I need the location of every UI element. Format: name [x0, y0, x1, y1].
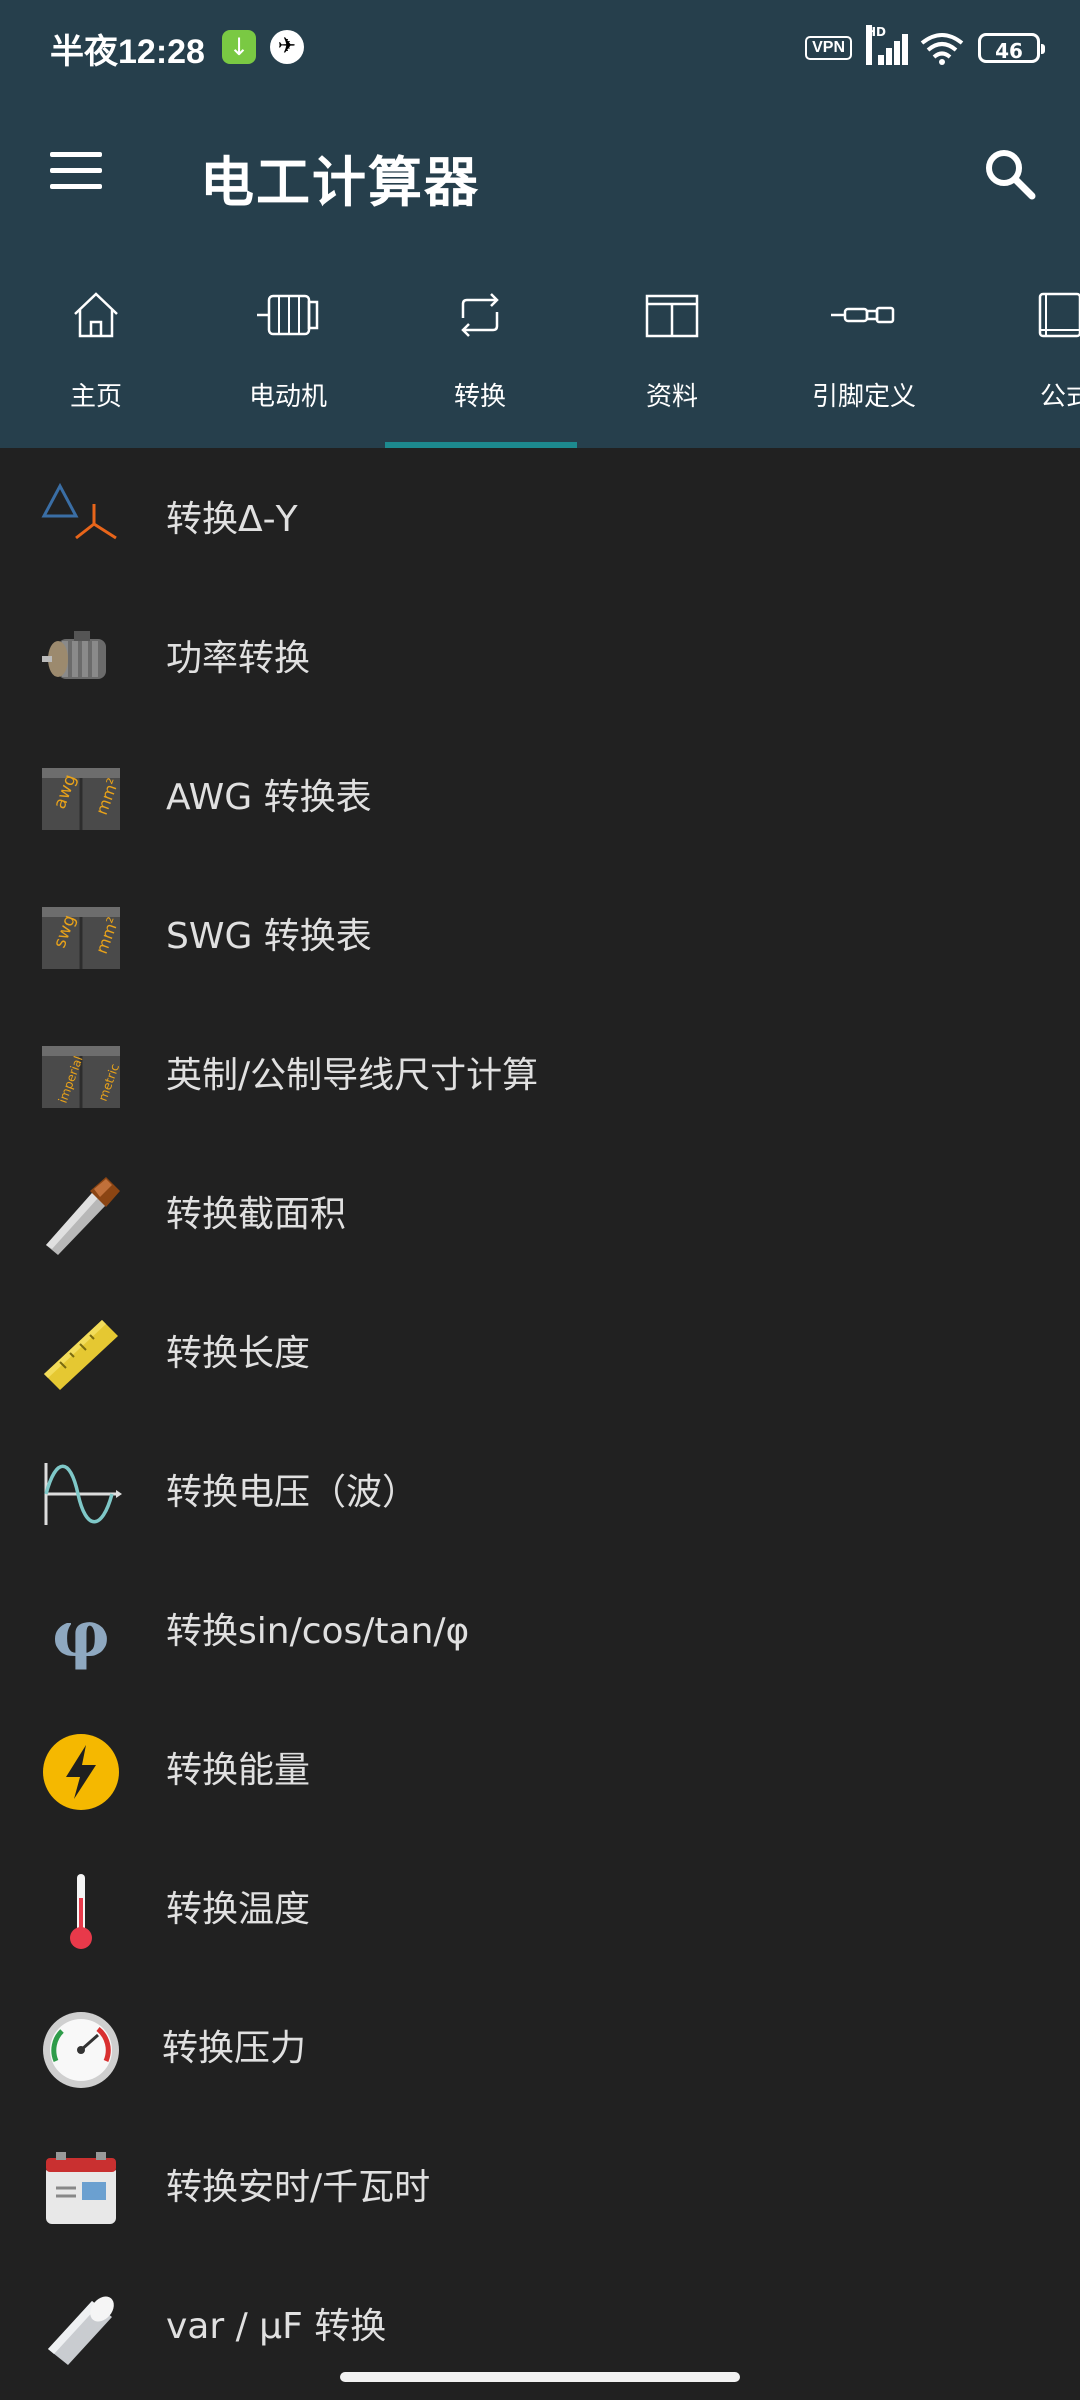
list-item-label: AWG 转换表	[166, 777, 372, 818]
search-icon[interactable]	[980, 144, 1040, 204]
list-item-label: var / µF 转换	[166, 2306, 387, 2347]
battery-indicator: 46	[978, 33, 1045, 63]
list-item-power[interactable]: 功率转换	[0, 587, 1080, 726]
tab-bar: 主页 电动机 转换 资料 引脚定义 公式	[0, 268, 1080, 448]
list-item-pressure[interactable]: 转换压力	[0, 1977, 1080, 2116]
battery-level: 46	[995, 39, 1023, 63]
list-item-voltage-wave[interactable]: 转换电压（波）	[0, 1421, 1080, 1560]
tab-home[interactable]: 主页	[0, 268, 192, 448]
list-item-label: SWG 转换表	[166, 916, 372, 957]
phi-glyph: φ	[52, 1597, 110, 1672]
tab-label: 公式	[1040, 382, 1080, 412]
list-item-trig[interactable]: φ 转换sin/cos/tan/φ	[0, 1560, 1080, 1699]
motor-icon	[257, 294, 319, 336]
tab-label: 电动机	[248, 382, 327, 412]
home-indicator[interactable]	[340, 2372, 740, 2382]
convert-icon	[461, 293, 499, 337]
sine-wave-icon	[44, 1463, 122, 1525]
status-time: 半夜12:28	[50, 33, 205, 71]
list-item-delta-wye[interactable]: 转换Δ-Y	[0, 448, 1080, 587]
list-item-label: 转换长度	[166, 1333, 311, 1374]
list-item-energy[interactable]: 转换能量	[0, 1699, 1080, 1838]
motor-icon	[42, 631, 106, 679]
list-item-label: 英制/公制导线尺寸计算	[166, 1055, 539, 1096]
list-item-label: 转换压力	[162, 2028, 307, 2069]
app-bar: 电工计算器	[0, 96, 1080, 256]
thermometer-icon	[70, 1874, 92, 1949]
tab-label: 转换	[453, 382, 506, 412]
book-icon	[1038, 292, 1080, 338]
status-indicators: VPN HD 46	[805, 25, 1045, 68]
list-item-label: 转换电压（波）	[166, 1472, 419, 1513]
conversion-list: 转换Δ-Y 功率转换 awg mm² AWG 转换表 swg mm² SWG 转…	[0, 448, 1080, 2394]
energy-icon	[43, 1734, 119, 1810]
menu-icon[interactable]	[50, 152, 102, 192]
status-bar: 半夜12:28 ↓ ✈ VPN HD 46	[0, 0, 1080, 96]
tab-label: 主页	[69, 382, 122, 412]
tab-motor[interactable]: 电动机	[192, 268, 384, 448]
wire-icon	[46, 1177, 120, 1255]
network-type-label: HD	[866, 25, 886, 65]
delta-wye-icon	[41, 482, 117, 540]
swg-table-icon: swg mm²	[42, 907, 122, 969]
list-item-label: 转换温度	[166, 1889, 311, 1930]
list-item-label: 转换截面积	[166, 1194, 347, 1235]
list-item-label: 转换Δ-Y	[166, 499, 298, 540]
list-item-label: 功率转换	[166, 638, 311, 679]
app-title: 电工计算器	[200, 151, 480, 214]
list-item-label: 转换安时/千瓦时	[166, 2167, 431, 2208]
connector-icon	[831, 306, 895, 324]
signal-icon: HD	[866, 25, 908, 65]
header: 半夜12:28 ↓ ✈ VPN HD 46 电工计算器 主页 电动机 转换 资料…	[0, 0, 1080, 448]
phi-icon: φ	[52, 1597, 110, 1672]
list-item-length[interactable]: 转换长度	[0, 1282, 1080, 1421]
imperial-metric-icon: imperial metric	[42, 1046, 122, 1108]
list-item-temperature[interactable]: 转换温度	[0, 1838, 1080, 1977]
awg-table-icon: awg mm²	[42, 768, 122, 830]
download-notification-icon: ↓	[222, 30, 256, 64]
capacitor-icon	[48, 2296, 114, 2365]
list-item-cross-section[interactable]: 转换截面积	[0, 1143, 1080, 1282]
list-item-swg[interactable]: swg mm² SWG 转换表	[0, 865, 1080, 1004]
gauge-icon	[43, 2012, 119, 2088]
table-icon	[645, 294, 699, 338]
tab-convert[interactable]: 转换	[384, 268, 576, 448]
home-icon	[74, 292, 118, 338]
vpn-badge: VPN	[805, 36, 852, 60]
rocket-notification-icon: ✈	[270, 30, 304, 64]
tab-pinout[interactable]: 引脚定义	[768, 268, 960, 448]
wifi-icon	[920, 33, 964, 65]
list-item-ah-kwh[interactable]: 转换安时/千瓦时	[0, 2116, 1080, 2255]
list-item-awg[interactable]: awg mm² AWG 转换表	[0, 726, 1080, 865]
ruler-icon	[44, 1320, 118, 1390]
battery-icon	[46, 2152, 116, 2224]
list-item-label: 转换能量	[166, 1750, 311, 1791]
tab-data[interactable]: 资料	[576, 268, 768, 448]
tab-label: 引脚定义	[811, 382, 916, 412]
tab-label: 资料	[645, 382, 698, 412]
list-item-label: 转换sin/cos/tan/φ	[166, 1611, 470, 1652]
list-item-wire-size[interactable]: imperial metric 英制/公制导线尺寸计算	[0, 1004, 1080, 1143]
